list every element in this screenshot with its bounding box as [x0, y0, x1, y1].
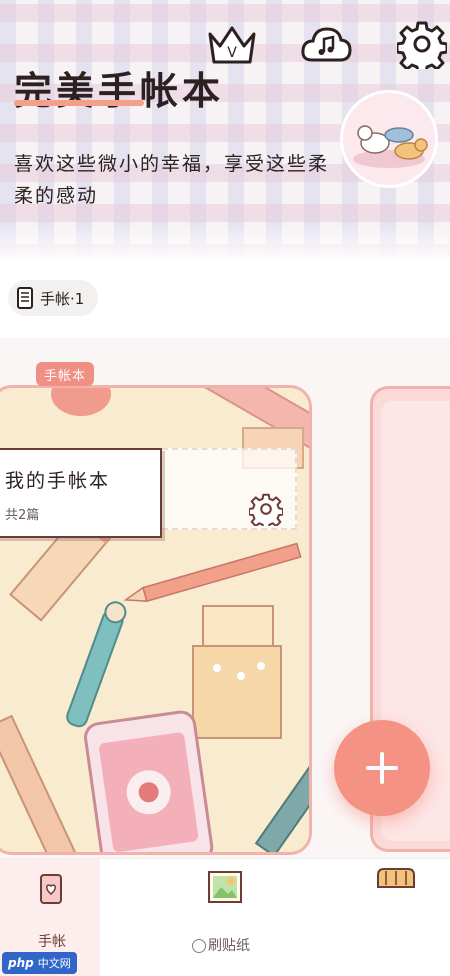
plus-icon: [366, 752, 398, 784]
gear-icon: [397, 21, 447, 69]
watermark-badge: php 中文网: [2, 952, 77, 974]
add-notebook-button[interactable]: [334, 720, 430, 816]
app-title: 完美手帐本: [14, 68, 225, 113]
nav-label-stickers: 刷贴纸: [192, 935, 250, 955]
settings-button[interactable]: [396, 18, 448, 70]
notebook-count-label: 手帐·1: [40, 289, 85, 308]
nav-label-journal: 手帐: [38, 934, 66, 950]
notebook-entry-count: 共2篇: [5, 508, 40, 523]
header-subtitle: 喜欢这些微小的幸福，享受这些柔柔的感动: [14, 153, 330, 207]
avatar[interactable]: [340, 90, 438, 188]
notebook-title: 我的手帐本: [5, 470, 111, 492]
nav-label-stickers-text: 刷贴纸: [208, 938, 250, 954]
header-banner: V 完美手帐本 喜欢这些微小的幸福，享受这些柔柔的感动: [0, 0, 450, 262]
notebook-label: 我的手帐本 共2篇: [0, 448, 162, 538]
gear-icon: [249, 493, 283, 526]
cloud-music-icon: [301, 27, 352, 62]
nav-badge-circle-icon: [192, 939, 206, 953]
notebook-card[interactable]: 我的手帐本 共2篇: [0, 385, 312, 855]
notebook-settings-button[interactable]: [249, 492, 283, 526]
music-button[interactable]: [300, 18, 352, 70]
notebook-icon: [17, 287, 33, 309]
watermark-site: 中文网: [37, 957, 71, 970]
cats-avatar-icon: [353, 125, 428, 168]
nav-item-shop[interactable]: [350, 859, 450, 976]
notebook-count-chip[interactable]: 手帐·1: [8, 280, 99, 316]
shop-icon: [377, 868, 415, 888]
journal-icon: [40, 874, 62, 904]
nav-item-stickers[interactable]: 刷贴纸: [170, 859, 280, 976]
watermark-brand: php: [8, 956, 34, 970]
vip-letter: V: [227, 45, 237, 61]
notebook-tag: 手帐本: [36, 362, 95, 386]
sticker-icon: [208, 871, 242, 903]
title-underline: [14, 100, 144, 106]
